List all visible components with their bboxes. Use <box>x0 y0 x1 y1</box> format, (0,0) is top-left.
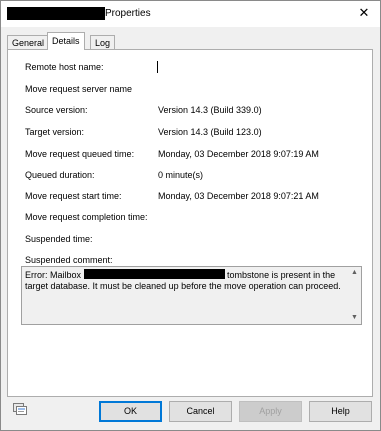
target-version-label: Target version: <box>25 127 85 137</box>
close-button[interactable]: ✕ <box>352 3 376 23</box>
comment-scrollbar[interactable]: ▲ ▼ <box>348 267 361 324</box>
completion-time-label: Move request completion time: <box>25 212 148 222</box>
suspended-comment-label: Suspended comment: <box>25 255 113 265</box>
source-version-value: Version 14.3 (Build 339.0) <box>158 105 262 115</box>
close-icon: ✕ <box>358 5 370 20</box>
title-redaction <box>7 7 105 20</box>
suspended-time-label: Suspended time: <box>25 234 93 244</box>
scroll-down-icon[interactable]: ▼ <box>348 312 361 324</box>
scroll-up-icon[interactable]: ▲ <box>348 267 361 279</box>
move-request-server-label: Move request server name <box>25 84 133 94</box>
cancel-button[interactable]: Cancel <box>169 401 232 422</box>
target-version-value: Version 14.3 (Build 123.0) <box>158 127 262 137</box>
ok-button[interactable]: OK <box>99 401 162 422</box>
comment-redaction <box>83 269 225 279</box>
details-panel: Remote host name: Move request server na… <box>7 49 373 397</box>
suspended-comment-textarea[interactable]: Error: Mailbox tombstone is present in t… <box>21 266 362 325</box>
comment-prefix: Error: Mailbox <box>25 270 82 280</box>
remote-host-field[interactable] <box>157 61 158 73</box>
comment-text: Error: Mailbox tombstone is present in t… <box>25 269 345 292</box>
properties-dialog: Properties ✕ General Details Log Remote … <box>0 0 381 431</box>
queued-duration-value: 0 minute(s) <box>158 170 204 180</box>
tab-log[interactable]: Log <box>90 35 116 50</box>
help-button[interactable]: Help <box>309 401 372 422</box>
properties-page-icon <box>13 403 27 415</box>
window-title: Properties <box>105 8 151 19</box>
title-bar: Properties ✕ <box>1 1 380 27</box>
source-version-label: Source version: <box>25 105 88 115</box>
tab-details[interactable]: Details <box>47 32 85 50</box>
apply-button[interactable]: Apply <box>239 401 302 422</box>
start-time-value: Monday, 03 December 2018 9:07:21 AM <box>158 191 319 201</box>
queued-duration-label: Queued duration: <box>25 170 95 180</box>
start-time-label: Move request start time: <box>25 191 122 201</box>
remote-host-label: Remote host name: <box>25 62 104 72</box>
tab-general[interactable]: General <box>7 35 50 50</box>
queued-time-label: Move request queued time: <box>25 149 135 159</box>
queued-time-value: Monday, 03 December 2018 9:07:19 AM <box>158 149 319 159</box>
